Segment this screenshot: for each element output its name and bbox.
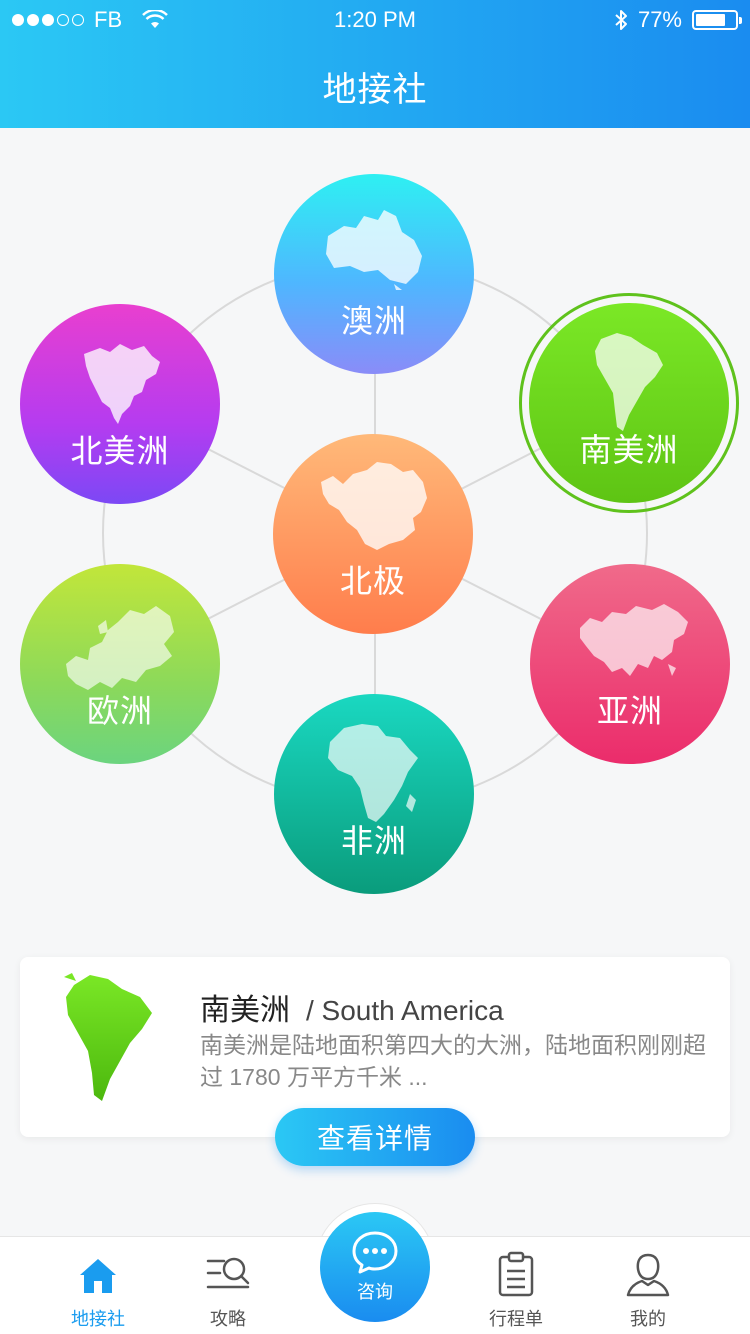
continent-label: 北极 <box>339 563 406 599</box>
africa-map-icon <box>328 724 418 822</box>
tab-label: 攻略 <box>210 1309 246 1329</box>
card-title: 南美洲 / South America <box>200 985 504 1029</box>
status-bar: FB 1:20 PM 77% <box>0 0 750 40</box>
continent-beimei[interactable]: 北美洲 <box>20 304 220 504</box>
continent-nanmei[interactable]: 南美洲 <box>529 303 729 503</box>
continent-label: 欧洲 <box>86 693 153 729</box>
card-title-en: / South America <box>306 995 504 1026</box>
continent-label: 南美洲 <box>579 432 679 468</box>
home-icon <box>80 1259 116 1293</box>
tab-home[interactable]: 地接社 <box>48 1251 148 1331</box>
view-details-button[interactable]: 查看详情 <box>275 1108 475 1166</box>
north-america-map-icon <box>84 344 160 424</box>
app-header: FB 1:20 PM 77% 地接社 <box>0 0 750 128</box>
tab-label: 我的 <box>630 1309 666 1329</box>
antarctica-map-icon <box>321 462 427 550</box>
consult-button[interactable]: 咨询 <box>320 1212 430 1322</box>
continent-feizhou[interactable]: 非洲 <box>274 694 474 894</box>
south-america-map-icon <box>64 973 152 1101</box>
tab-guide[interactable]: 攻略 <box>178 1251 278 1331</box>
europe-map-icon <box>66 606 174 690</box>
card-description: 南美洲是陆地面积第四大的大洲，陆地面积刚刚超过 1780 万平方千米 ... <box>200 1032 706 1090</box>
tab-profile[interactable]: 我的 <box>598 1251 698 1331</box>
south-america-map-icon <box>595 333 663 431</box>
bluetooth-icon <box>615 10 627 30</box>
asia-map-icon <box>580 604 688 676</box>
continent-label: 非洲 <box>340 823 407 859</box>
continent-yazhou[interactable]: 亚洲 <box>530 564 730 764</box>
chat-bubble-icon <box>352 1231 398 1274</box>
tab-label: 咨询 <box>357 1282 393 1302</box>
search-list-icon <box>206 1257 250 1289</box>
continent-ouzhou[interactable]: 欧洲 <box>20 564 220 764</box>
card-title-zh: 南美洲 <box>200 994 290 1027</box>
australia-map-icon <box>326 210 422 290</box>
battery-icon <box>692 10 742 30</box>
tab-itinerary[interactable]: 行程单 <box>466 1251 566 1331</box>
page-title: 地接社 <box>322 71 428 109</box>
battery-fill <box>696 14 726 26</box>
battery-area: 77% <box>614 7 742 33</box>
tab-label: 地接社 <box>71 1309 125 1329</box>
continent-label: 北美洲 <box>70 433 170 469</box>
continent-aozhou[interactable]: 澳洲 <box>274 174 474 374</box>
tab-label: 行程单 <box>489 1309 543 1329</box>
continent-graph: 澳洲 北美洲 南美洲 北极 欧洲 亚洲 非洲 <box>0 128 750 928</box>
battery-percent: 77% <box>637 7 682 32</box>
user-icon <box>626 1253 670 1297</box>
continent-beiji[interactable]: 北极 <box>273 434 473 634</box>
clipboard-icon <box>498 1251 534 1297</box>
continent-label: 亚洲 <box>596 693 663 729</box>
continent-label: 澳洲 <box>340 303 407 339</box>
